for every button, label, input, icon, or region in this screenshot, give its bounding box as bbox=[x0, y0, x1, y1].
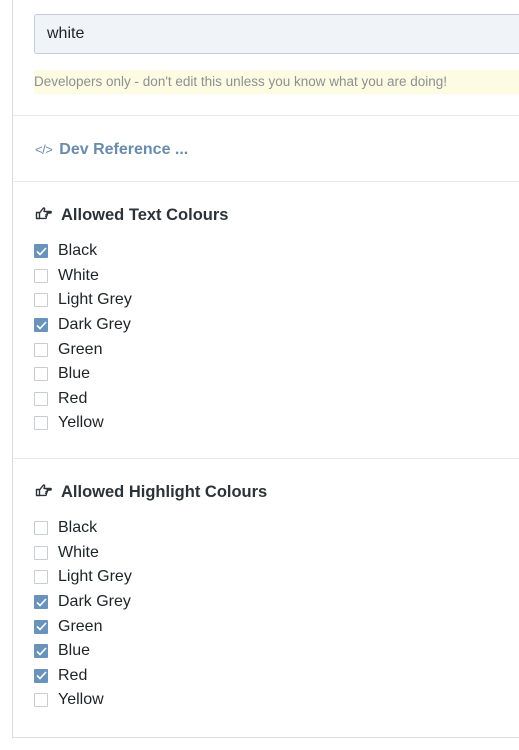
settings-panel: white Developers only - don't edit this … bbox=[12, 0, 519, 738]
checkbox-label: Dark Grey bbox=[58, 316, 131, 334]
checkbox-option[interactable]: Dark Grey bbox=[34, 590, 267, 615]
checkbox[interactable] bbox=[34, 391, 48, 406]
section-title: Allowed Highlight Colours bbox=[34, 481, 267, 503]
code-icon: </> bbox=[35, 142, 53, 157]
checkbox[interactable] bbox=[34, 668, 48, 683]
checkbox-label: Dark Grey bbox=[58, 593, 131, 611]
allowed-highlight-colours-section: Allowed Highlight Colours Black White Li… bbox=[34, 481, 267, 713]
checkbox-label: Red bbox=[58, 389, 88, 407]
dev-reference-link[interactable]: </> Dev Reference ... bbox=[35, 139, 188, 161]
checkbox[interactable] bbox=[34, 416, 48, 431]
checkbox-label: Light Grey bbox=[58, 568, 132, 586]
checkbox-option[interactable]: Yellow bbox=[34, 411, 228, 436]
allowed-text-colours-section: Allowed Text Colours Black White Light G… bbox=[34, 204, 228, 436]
dev-reference-label: Dev Reference ... bbox=[59, 141, 189, 158]
checkbox[interactable] bbox=[34, 619, 48, 634]
checkbox-option[interactable]: Green bbox=[34, 337, 228, 362]
checkbox-label: Yellow bbox=[58, 414, 104, 432]
section-divider bbox=[13, 181, 519, 182]
developer-note: Developers only - don't edit this unless… bbox=[34, 70, 519, 94]
checkbox-option[interactable]: Blue bbox=[34, 362, 228, 387]
checkbox-option[interactable]: White bbox=[34, 541, 267, 566]
hand-pointing-icon bbox=[35, 206, 53, 225]
checkbox-option[interactable]: Black bbox=[34, 239, 228, 264]
checkbox[interactable] bbox=[34, 644, 48, 659]
checkbox[interactable] bbox=[34, 244, 48, 259]
checkbox-option[interactable]: Light Grey bbox=[34, 565, 267, 590]
checkbox-label: Light Grey bbox=[58, 291, 132, 309]
checkbox[interactable] bbox=[34, 693, 48, 708]
checkbox[interactable] bbox=[34, 318, 48, 333]
value-input[interactable]: white bbox=[34, 14, 519, 54]
checkbox-label: Black bbox=[58, 242, 98, 260]
checkbox-label: Blue bbox=[58, 365, 91, 383]
checkbox[interactable] bbox=[34, 268, 48, 283]
checkbox-label: White bbox=[58, 543, 99, 561]
checkbox-option[interactable]: Black bbox=[34, 516, 267, 541]
checkbox-option[interactable]: Red bbox=[34, 387, 228, 412]
checkbox-label: Green bbox=[58, 340, 103, 358]
checkbox[interactable] bbox=[34, 342, 48, 357]
checkbox-option[interactable]: Yellow bbox=[34, 688, 267, 713]
checkbox-list: Black White Light Grey Dark Grey Green B… bbox=[34, 516, 267, 713]
checkbox[interactable] bbox=[34, 595, 48, 610]
checkbox[interactable] bbox=[34, 367, 48, 382]
section-title-text: Allowed Text Colours bbox=[61, 205, 229, 224]
hand-pointing-icon bbox=[35, 483, 53, 502]
checkbox-label: Yellow bbox=[58, 691, 104, 709]
checkbox-option[interactable]: Green bbox=[34, 614, 267, 639]
checkbox-list: Black White Light Grey Dark Grey Green B… bbox=[34, 239, 228, 436]
section-title-text: Allowed Highlight Colours bbox=[61, 482, 268, 501]
checkbox-option[interactable]: Red bbox=[34, 664, 267, 689]
checkbox-option[interactable]: Light Grey bbox=[34, 288, 228, 313]
section-divider bbox=[13, 458, 519, 459]
checkbox-label: White bbox=[58, 266, 99, 284]
checkbox[interactable] bbox=[34, 521, 48, 536]
checkbox-option[interactable]: White bbox=[34, 264, 228, 289]
value-input-text: white bbox=[47, 25, 85, 42]
checkbox-label: Blue bbox=[58, 642, 91, 660]
checkbox[interactable] bbox=[34, 545, 48, 560]
section-divider bbox=[13, 115, 519, 116]
checkbox-option[interactable]: Dark Grey bbox=[34, 313, 228, 338]
section-title: Allowed Text Colours bbox=[34, 204, 228, 226]
checkbox-label: Green bbox=[58, 617, 103, 635]
checkbox-option[interactable]: Blue bbox=[34, 639, 267, 664]
checkbox[interactable] bbox=[34, 570, 48, 585]
checkbox[interactable] bbox=[34, 293, 48, 308]
checkbox-label: Black bbox=[58, 519, 98, 537]
checkbox-label: Red bbox=[58, 666, 88, 684]
